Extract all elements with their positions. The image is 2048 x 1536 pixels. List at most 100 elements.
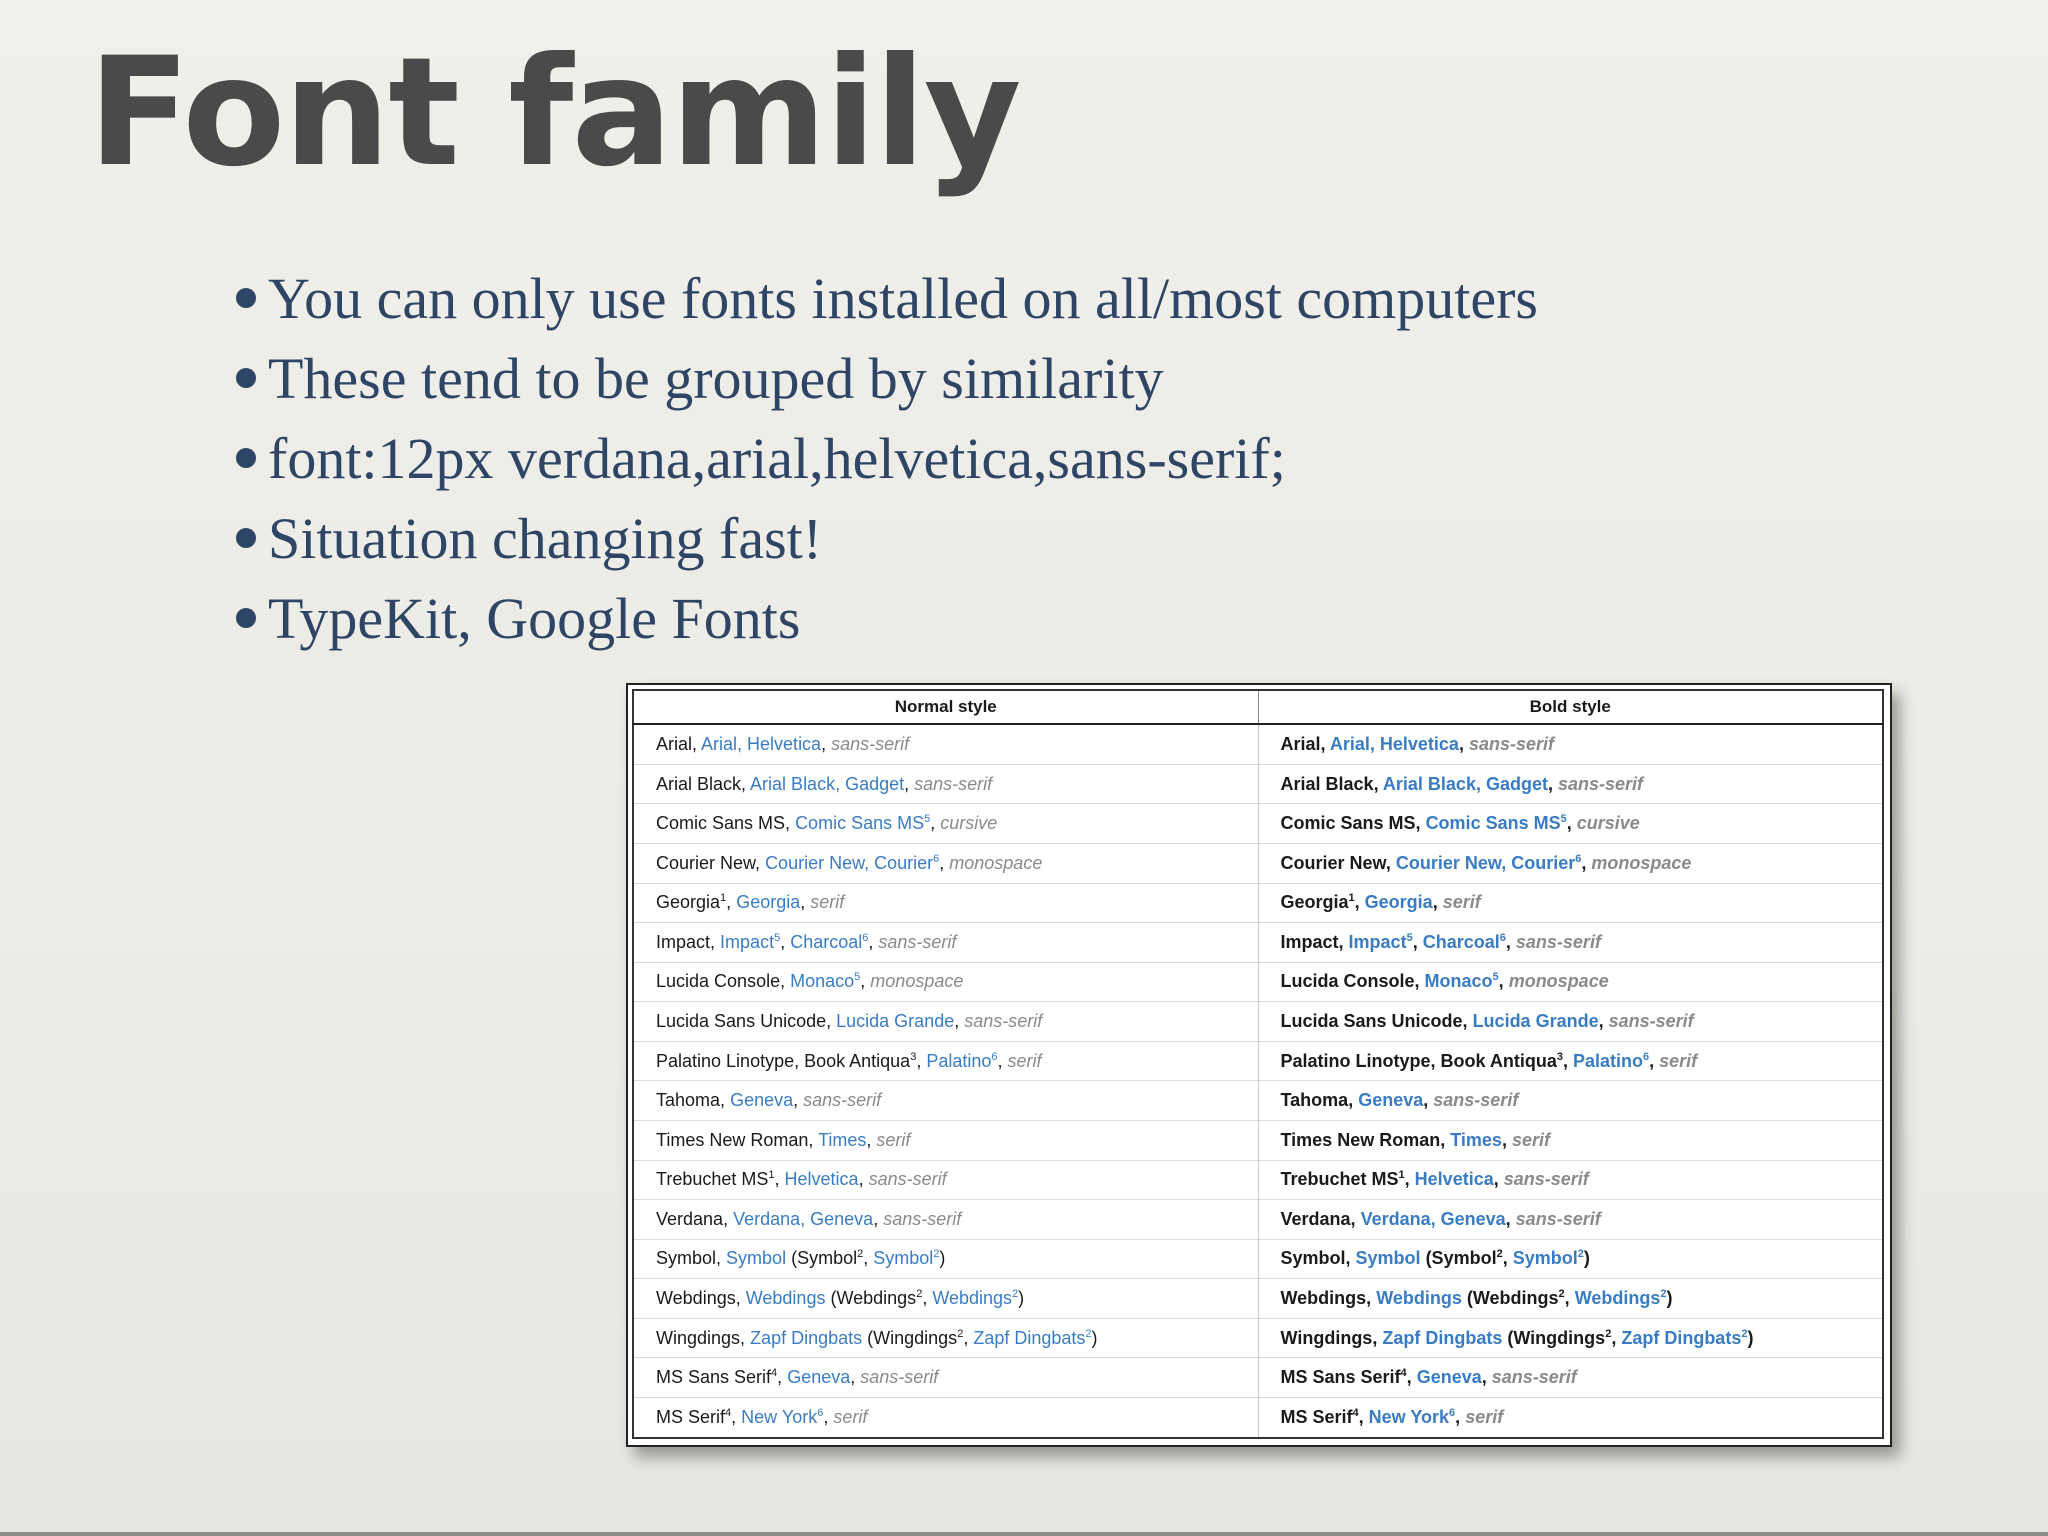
mac-font: Helvetica [784,1169,859,1190]
table-row: MS Sans Serif4, Geneva, sans-serif MS San… [633,1357,1884,1398]
bold-style-cell: Symbol, Symbol (Symbol2, Symbol2) [1258,1238,1884,1279]
mac-font: Zapf Dingbats [1382,1327,1503,1348]
mac-font: Webdings [1376,1287,1462,1308]
mac-font: Symbol [726,1248,787,1269]
alt-font: (Webdings [830,1287,917,1308]
mac-font: Comic Sans MS [1425,813,1561,834]
footnote-marker: 6 [991,1050,998,1063]
table-row: Impact, Impact5, Charcoal6, sans-serif Im… [633,922,1884,963]
column-header-bold: Bold style [1258,690,1884,725]
generic-family: sans-serif [1503,1169,1589,1190]
font-name: Verdana [656,1208,724,1229]
font-name: Courier New [1280,852,1386,873]
table-row: Palatino Linotype, Book Antiqua3, Palati… [633,1040,1884,1081]
font-name: Impact [656,931,711,952]
font-name: Times New Roman [656,1129,809,1150]
footnote-marker: 2 [1085,1327,1092,1340]
font-name: Webdings [656,1287,736,1308]
footnote-marker: 5 [854,971,861,984]
footnote-marker: 2 [1558,1287,1565,1300]
slide-bottom-edge [0,1532,2048,1536]
mac-font: Palatino [926,1050,992,1071]
normal-style-cell: Palatino Linotype, Book Antiqua3, Palati… [633,1040,1259,1081]
alt-font: (Symbol [1425,1248,1497,1269]
bullet-text: font:12px verdana,arial,helvetica,sans-s… [268,425,1286,491]
bold-style-cell: Palatino Linotype, Book Antiqua3, Palati… [1258,1040,1884,1081]
generic-family: sans-serif [1433,1090,1519,1111]
normal-style-cell: Lucida Console, Monaco5, monospace [633,961,1259,1002]
bullet-item: Situation changing fast! [236,498,1538,578]
alt-mac-font: Webdings [932,1287,1013,1308]
alt-font: (Wingdings [1507,1327,1606,1348]
footnote-marker: 5 [774,931,781,944]
footnote-marker: 4 [1400,1367,1407,1380]
bullet-list: You can only use fonts installed on all/… [236,258,1538,658]
footnote-marker: 2 [1741,1327,1748,1340]
normal-style-cell: Comic Sans MS, Comic Sans MS5, cursive [633,803,1259,844]
bullet-text: TypeKit, Google Fonts [268,585,801,651]
footnote-marker: 2 [1660,1287,1667,1300]
mac-font: Verdana, Geneva [1360,1208,1506,1229]
font-name: Arial [656,733,693,754]
table-row: Verdana, Verdana, Geneva, sans-serif Verd… [633,1199,1884,1240]
mac-font: Arial Black, Gadget [1382,773,1548,794]
font-name: Times New Roman [1280,1129,1441,1150]
mac-font: Courier New, Courier [1395,852,1576,873]
bullet-text: You can only use fonts installed on all/… [268,265,1538,331]
generic-family: sans-serif [860,1367,939,1388]
font-name: Palatino Linotype, Book Antiqua [656,1050,911,1071]
normal-style-cell: Verdana, Verdana, Geneva, sans-serif [633,1199,1259,1240]
mac-font: Comic Sans MS [795,813,925,834]
footnote-marker: 6 [1575,852,1582,865]
generic-family: sans-serif [868,1169,947,1190]
mac-font: Geneva [1416,1367,1482,1388]
footnote-marker: 3 [910,1050,917,1063]
font-name: Wingdings [1280,1327,1373,1348]
bold-style-cell: Trebuchet MS1, Helvetica, sans-serif [1258,1159,1884,1200]
mac-font: New York [1368,1406,1450,1427]
font-name: Lucida Sans Unicode [656,1011,827,1032]
bullet-text: These tend to be grouped by similarity [268,345,1164,411]
generic-family: monospace [1591,852,1692,873]
font-name: Palatino Linotype, Book Antiqua [1280,1050,1557,1071]
normal-style-cell: Trebuchet MS1, Helvetica, sans-serif [633,1159,1259,1200]
font-name: Arial [1280,733,1321,754]
mac-font: Geneva [1358,1090,1424,1111]
font-name: Arial Black [1280,773,1374,794]
normal-style-cell: Arial, Arial, Helvetica, sans-serif [633,723,1259,765]
font-name: Comic Sans MS [1280,813,1416,834]
mac-font: Monaco [790,971,855,992]
font-name: Impact [1280,931,1339,952]
footnote-marker: 4 [1352,1406,1359,1419]
mac-font: Symbol [1355,1248,1421,1269]
bold-style-cell: Arial Black, Arial Black, Gadget, sans-s… [1258,763,1884,804]
generic-family: sans-serif [914,773,993,794]
generic-family: sans-serif [803,1090,882,1111]
normal-style-cell: Symbol, Symbol (Symbol2, Symbol2) [633,1238,1259,1279]
bold-style-cell: MS Sans Serif4, Geneva, sans-serif [1258,1357,1884,1398]
footnote-marker: 6 [1449,1406,1456,1419]
footnote-marker: 2 [957,1327,964,1340]
font-name: Lucida Console [1280,971,1415,992]
table-row: Webdings, Webdings (Webdings2, Webdings2… [633,1278,1884,1319]
bold-style-cell: Wingdings, Zapf Dingbats (Wingdings2, Za… [1258,1317,1884,1358]
generic-family: sans-serif [1491,1367,1577,1388]
generic-family: monospace [1508,971,1609,992]
generic-family: cursive [1576,813,1640,834]
generic-family: sans-serif [878,931,957,952]
footnote-marker: 1 [720,892,727,905]
font-name: Verdana [1280,1208,1351,1229]
normal-style-cell: Impact, Impact5, Charcoal6, sans-serif [633,922,1259,963]
bold-style-cell: Georgia1, Georgia, serif [1258,882,1884,923]
slide-title: Font family [88,26,1022,200]
normal-style-cell: MS Sans Serif4, Geneva, sans-serif [633,1357,1259,1398]
bold-style-cell: Webdings, Webdings (Webdings2, Webdings2… [1258,1278,1884,1319]
mac-font: Times [818,1129,867,1150]
font-name: MS Sans Serif [656,1367,772,1388]
bold-style-cell: Impact, Impact5, Charcoal6, sans-serif [1258,922,1884,963]
footnote-marker: 5 [1492,971,1499,984]
table-row: Arial, Arial, Helvetica, sans-serif Arial… [633,723,1884,765]
footnote-marker: 2 [916,1287,923,1300]
table-row: Times New Roman, Times, serif Times New R… [633,1119,1884,1161]
footnote-marker: 2 [1496,1248,1503,1261]
